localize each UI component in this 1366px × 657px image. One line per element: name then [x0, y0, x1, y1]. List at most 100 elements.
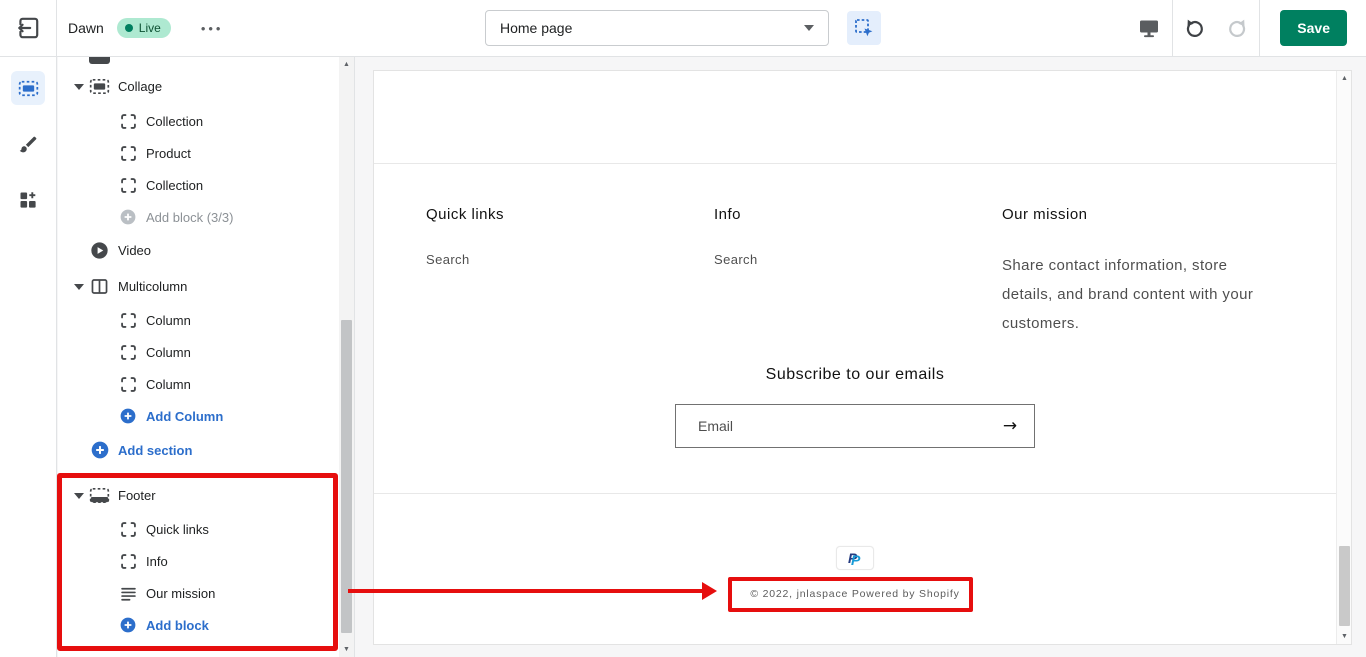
newsletter-email-box: →: [675, 404, 1035, 448]
footer-mission-text: Share contact information, store details…: [1002, 251, 1277, 338]
storefront-preview: Quick links Search Info Search Our missi…: [373, 70, 1352, 645]
block-label: Our mission: [146, 586, 215, 601]
block-label: Collection: [146, 114, 203, 129]
block-icon: [120, 345, 136, 360]
clipped-section-icon: [89, 57, 110, 64]
email-input[interactable]: [676, 418, 986, 434]
collapse-caret-icon[interactable]: [73, 283, 85, 290]
add-block-label: Add block (3/3): [146, 210, 233, 225]
left-rail: [0, 57, 57, 657]
block-label: Column: [146, 377, 191, 392]
paypal-icon: PP: [848, 551, 862, 566]
empty-page-section: [374, 71, 1336, 164]
plus-circle-icon: [120, 617, 136, 633]
footer-section-icon: [89, 485, 110, 506]
scroll-down-arrow[interactable]: ▼: [339, 642, 354, 657]
block-icon: [120, 522, 136, 537]
block-icon: [120, 377, 136, 392]
sidebar-block-product[interactable]: Product: [58, 137, 191, 169]
sidebar-block-collection[interactable]: Collection: [58, 105, 203, 137]
block-label: Collection: [146, 178, 203, 193]
footer-column-quick-links: Quick links Search: [426, 206, 714, 338]
sections-icon: [18, 78, 39, 99]
add-block-button[interactable]: Add block: [58, 609, 209, 641]
section-picker-icon: [853, 17, 875, 39]
live-dot-icon: [125, 24, 133, 32]
add-column-label: Add Column: [146, 409, 223, 424]
footer-heading: Our mission: [1002, 206, 1290, 223]
section-picker-button[interactable]: [847, 11, 881, 45]
add-column-button[interactable]: Add Column: [58, 400, 223, 432]
sidebar-block-our-mission[interactable]: Our mission: [58, 577, 215, 609]
scrollbar-thumb[interactable]: [341, 320, 352, 633]
block-label: Info: [146, 554, 168, 569]
exit-editor-icon: [15, 15, 41, 41]
page-selector[interactable]: Home page: [485, 10, 829, 46]
collapse-caret-icon[interactable]: [73, 492, 85, 499]
block-label: Quick links: [146, 522, 209, 537]
block-icon: [120, 313, 136, 328]
plus-circle-icon: [120, 408, 136, 424]
newsletter-heading: Subscribe to our emails: [374, 366, 1336, 384]
sidebar-block-collection[interactable]: Collection: [58, 169, 203, 201]
footer-link-search[interactable]: Search: [714, 252, 758, 267]
page-selector-value: Home page: [500, 20, 572, 36]
sidebar-section-video[interactable]: Video: [58, 234, 151, 266]
block-icon: [120, 554, 136, 569]
block-icon: [120, 146, 136, 161]
add-block-disabled-button: Add block (3/3): [58, 201, 233, 233]
scrollbar-thumb[interactable]: [1339, 546, 1350, 626]
rail-theme-settings-tab[interactable]: [11, 127, 45, 161]
rail-sections-tab[interactable]: [11, 71, 45, 105]
scroll-down-arrow[interactable]: ▼: [1337, 629, 1352, 644]
block-icon: [120, 178, 136, 193]
block-icon: [120, 114, 136, 129]
sidebar-block-quick-links[interactable]: Quick links: [58, 513, 209, 545]
paintbrush-icon: [18, 134, 39, 155]
preview-scrollbar[interactable]: ▲ ▼: [1336, 71, 1351, 644]
save-button[interactable]: Save: [1280, 10, 1347, 46]
paypal-badge: PP: [836, 546, 874, 570]
add-block-label: Add block: [146, 618, 209, 633]
block-label: Column: [146, 345, 191, 360]
desktop-preview-button[interactable]: [1126, 0, 1172, 56]
theme-name: Dawn: [68, 20, 104, 36]
topbar: Dawn Live ••• Home page: [0, 0, 1366, 57]
newsletter-submit-arrow[interactable]: →: [986, 416, 1034, 436]
sidebar-block-column[interactable]: Column: [58, 304, 191, 336]
undo-button[interactable]: [1183, 17, 1206, 40]
rail-app-embeds-tab[interactable]: [11, 183, 45, 217]
live-status-badge: Live: [117, 18, 171, 38]
footer-heading: Info: [714, 206, 1002, 223]
footer-column-our-mission: Our mission Share contact information, s…: [1002, 206, 1290, 338]
chevron-down-icon: [804, 25, 814, 31]
scroll-up-arrow[interactable]: ▲: [339, 57, 354, 72]
sidebar-section-footer[interactable]: Footer: [58, 479, 156, 511]
sidebar-block-info[interactable]: Info: [58, 545, 168, 577]
sidebar-section-collage[interactable]: Collage: [58, 70, 162, 102]
collapse-caret-icon[interactable]: [73, 83, 85, 90]
footer-column-info: Info Search: [714, 206, 1002, 338]
sidebar-block-column[interactable]: Column: [58, 336, 191, 368]
block-label: Product: [146, 146, 191, 161]
add-section-button[interactable]: Add section: [58, 434, 192, 466]
sidebar-scrollbar[interactable]: ▲ ▼: [339, 57, 354, 657]
preview-area: Quick links Search Info Search Our missi…: [356, 57, 1366, 657]
redo-button[interactable]: [1226, 17, 1249, 40]
footer-columns: Quick links Search Info Search Our missi…: [426, 206, 1290, 338]
sidebar-section-multicolumn[interactable]: Multicolumn: [58, 270, 187, 302]
app-embeds-icon: [18, 190, 38, 210]
section-icon: [89, 76, 110, 97]
section-label: Collage: [118, 79, 162, 94]
exit-editor-button[interactable]: [0, 0, 57, 56]
plus-circle-icon: [120, 209, 136, 225]
plus-circle-icon: [89, 441, 110, 459]
scroll-up-arrow[interactable]: ▲: [1337, 71, 1352, 86]
block-label: Column: [146, 313, 191, 328]
video-icon: [89, 241, 110, 260]
section-label: Footer: [118, 488, 156, 503]
footer-heading: Quick links: [426, 206, 714, 223]
more-options-icon[interactable]: •••: [201, 21, 224, 36]
sidebar-block-column[interactable]: Column: [58, 368, 191, 400]
footer-link-search[interactable]: Search: [426, 252, 470, 267]
